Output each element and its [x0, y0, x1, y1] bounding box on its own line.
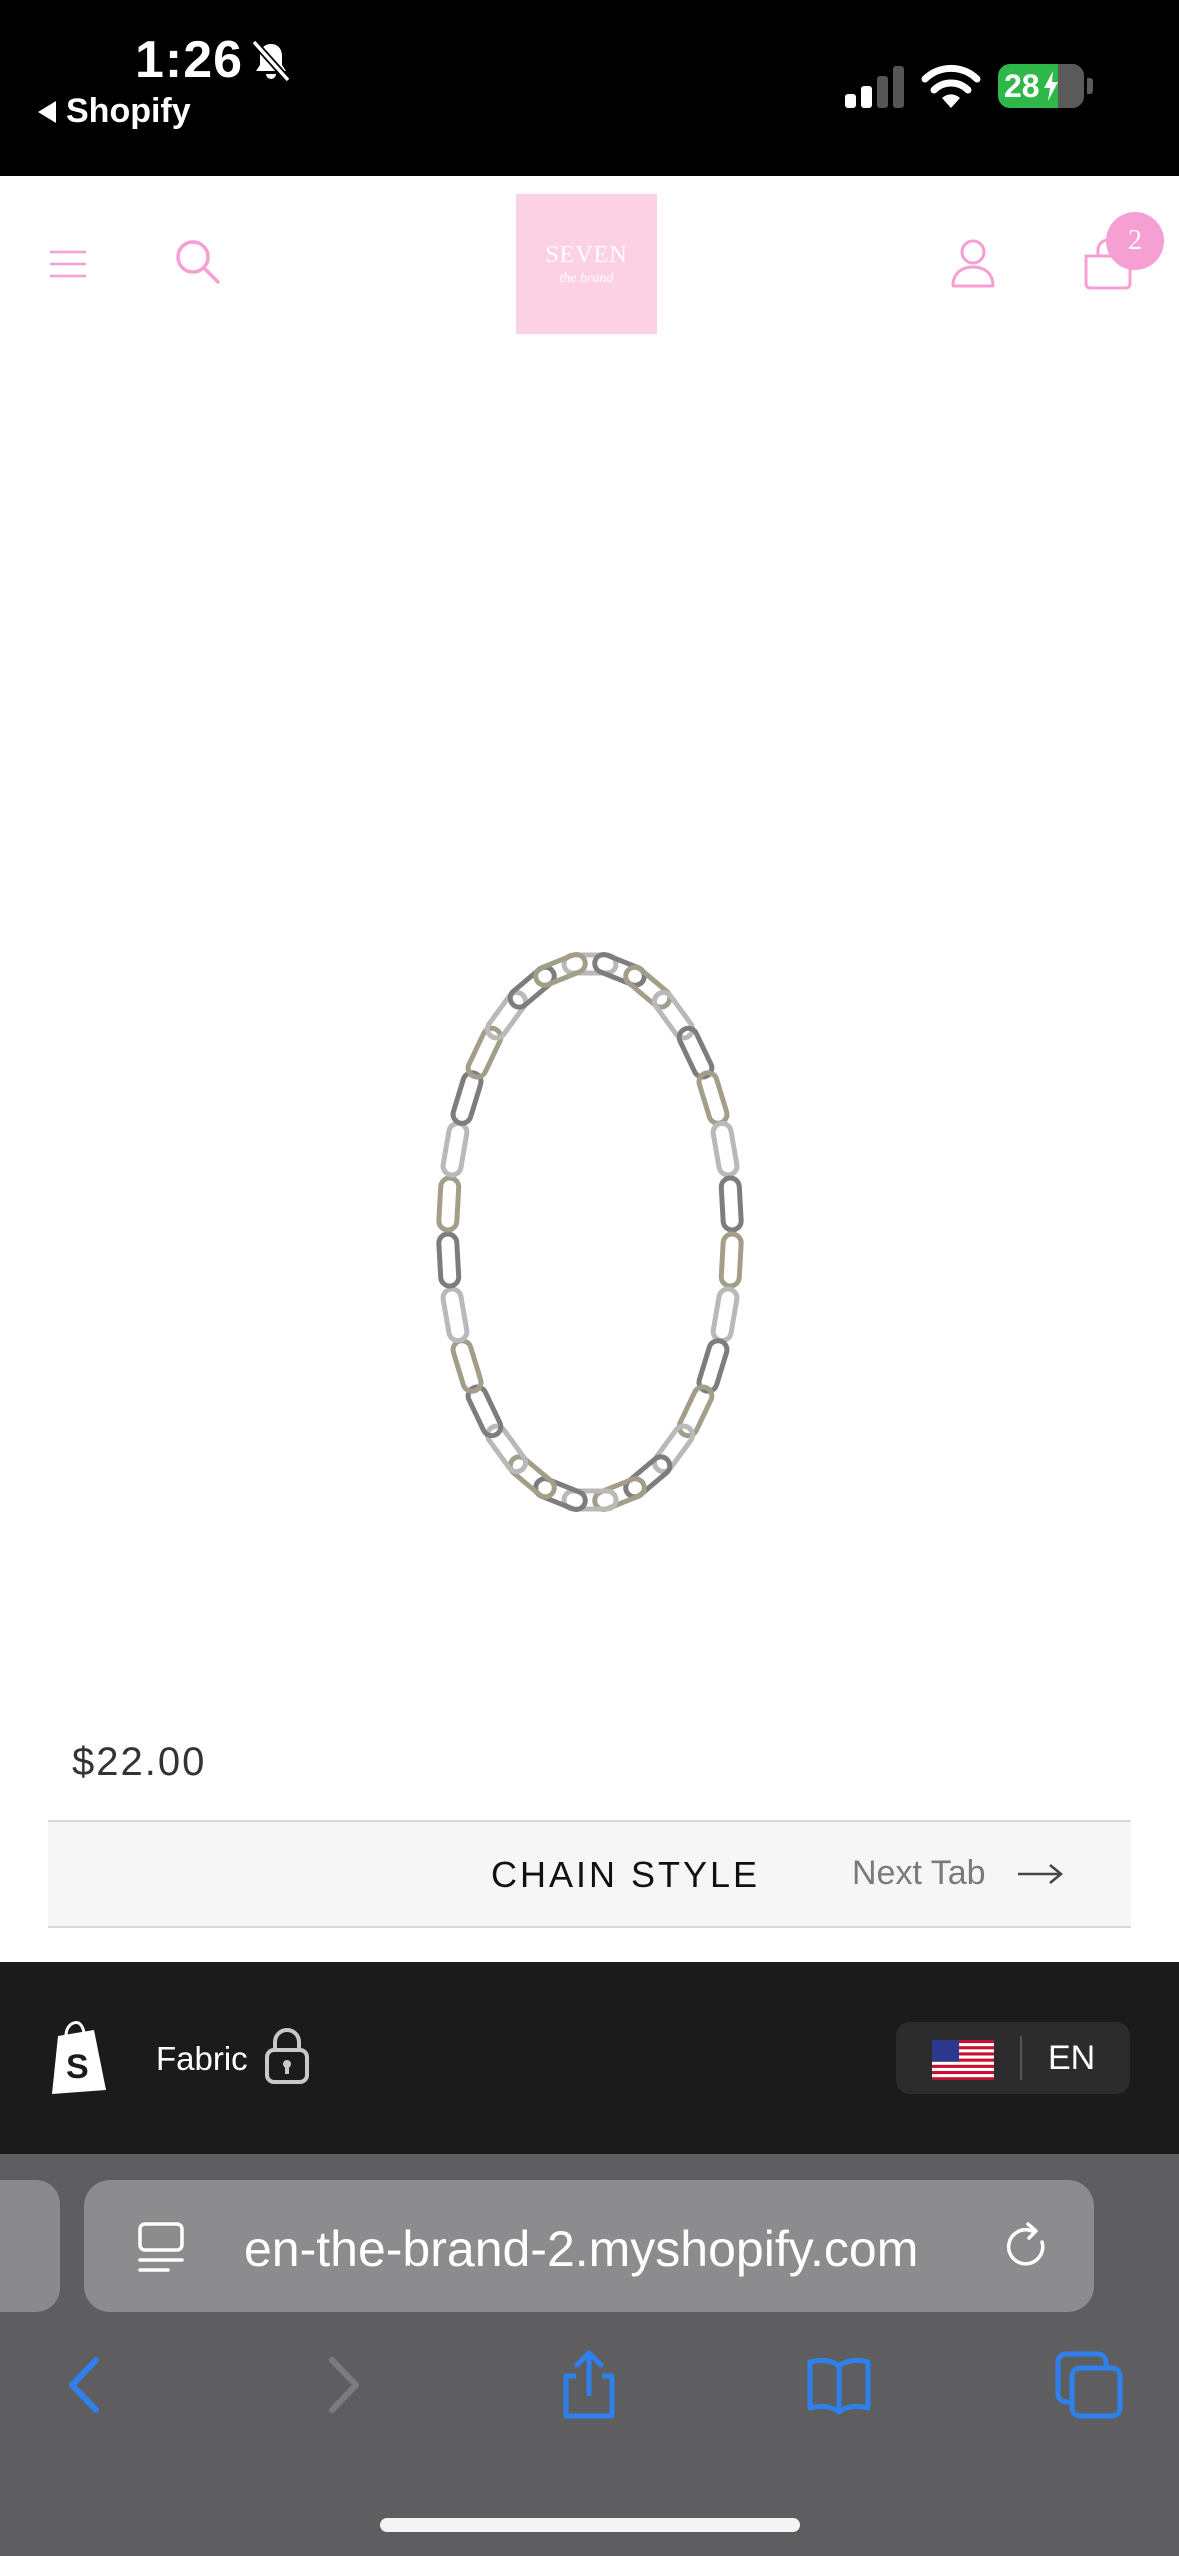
chain-link — [450, 1338, 484, 1394]
chain-link — [651, 1423, 695, 1475]
us-flag-icon — [932, 2040, 994, 2080]
chain-link — [533, 952, 588, 988]
url-text[interactable]: en-the-brand-2.myshopify.com — [244, 2220, 1044, 2278]
chain-link — [436, 1175, 462, 1233]
chain-link — [718, 1231, 744, 1289]
battery-cap — [1087, 78, 1093, 94]
chain-link — [710, 1120, 740, 1178]
back-triangle-icon — [38, 100, 56, 123]
next-tab-label: Next Tab — [852, 1854, 986, 1892]
silent-bell-icon — [251, 39, 291, 83]
chain-link — [507, 1454, 557, 1500]
next-tab-button[interactable]: Next Tab — [852, 1854, 1064, 1893]
chain-link — [696, 1070, 730, 1126]
chain-link — [623, 964, 673, 1010]
previous-tab-preview[interactable] — [0, 2180, 60, 2312]
search-icon[interactable] — [172, 236, 222, 286]
arrow-right-icon — [1017, 1863, 1063, 1884]
shopify-bag-logo-icon: S — [52, 2021, 106, 2094]
language-code: EN — [1048, 2039, 1096, 2077]
cart-count-badge[interactable]: 2 — [1106, 212, 1164, 270]
fabric-label: Fabric — [156, 2040, 248, 2077]
battery-level: 28 — [1004, 67, 1040, 104]
charging-bolt-icon — [1043, 71, 1058, 101]
share-icon[interactable] — [554, 2350, 624, 2420]
lock-icon — [265, 2028, 309, 2084]
store-logo[interactable]: SEVEN the brand — [516, 194, 657, 334]
chain-link — [507, 964, 557, 1010]
clock: 1:26 — [135, 31, 244, 89]
logo-subtext: the brand — [559, 270, 614, 286]
battery-indicator: 28 — [998, 64, 1084, 108]
chain-link — [651, 989, 695, 1041]
browser-toolbar: en-the-brand-2.myshopify.com — [0, 2154, 1179, 2556]
chain-link — [485, 989, 529, 1041]
hamburger-menu-icon[interactable] — [48, 248, 88, 280]
chain-link — [436, 1231, 462, 1289]
reload-icon[interactable] — [1002, 2222, 1052, 2272]
chain-link — [710, 1286, 740, 1344]
account-icon[interactable] — [950, 238, 996, 288]
language-selector[interactable]: EN — [896, 2022, 1130, 2094]
address-bar[interactable]: en-the-brand-2.myshopify.com — [84, 2180, 1094, 2312]
shopify-preview-bar: S Fabric EN — [0, 1962, 1179, 2154]
chain-link — [465, 1025, 504, 1080]
bookmarks-book-icon[interactable] — [804, 2350, 874, 2420]
tabs-overview-icon[interactable] — [1054, 2350, 1124, 2420]
back-app-label: Shopify — [66, 92, 191, 130]
tab-title[interactable]: CHAIN STYLE — [491, 1854, 760, 1896]
chain-link — [676, 1384, 715, 1439]
back-arrow-icon[interactable] — [52, 2350, 122, 2420]
cellular-signal-icon — [845, 66, 904, 108]
chain-link — [485, 1423, 529, 1475]
product-image-chain-necklace[interactable] — [0, 352, 1179, 1682]
product-price: $22.00 — [72, 1740, 207, 1784]
status-bar: 1:26 Shopify 28 — [0, 0, 1179, 176]
chain-link — [440, 1286, 470, 1344]
reader-mode-icon[interactable] — [136, 2220, 186, 2274]
chain-link — [718, 1175, 744, 1233]
svg-text:S: S — [66, 2048, 89, 2086]
wifi-icon — [921, 64, 981, 108]
product-tab-bar: CHAIN STYLE Next Tab — [48, 1820, 1131, 1928]
chain-link — [440, 1120, 470, 1178]
language-divider — [1020, 2036, 1022, 2080]
back-to-app-link[interactable]: Shopify — [38, 92, 191, 131]
logo-text: SEVEN — [545, 241, 628, 268]
store-header: SEVEN the brand 2 — [0, 176, 1179, 352]
home-indicator[interactable] — [380, 2518, 800, 2532]
forward-arrow-icon[interactable] — [306, 2350, 376, 2420]
chain-link — [623, 1454, 673, 1500]
